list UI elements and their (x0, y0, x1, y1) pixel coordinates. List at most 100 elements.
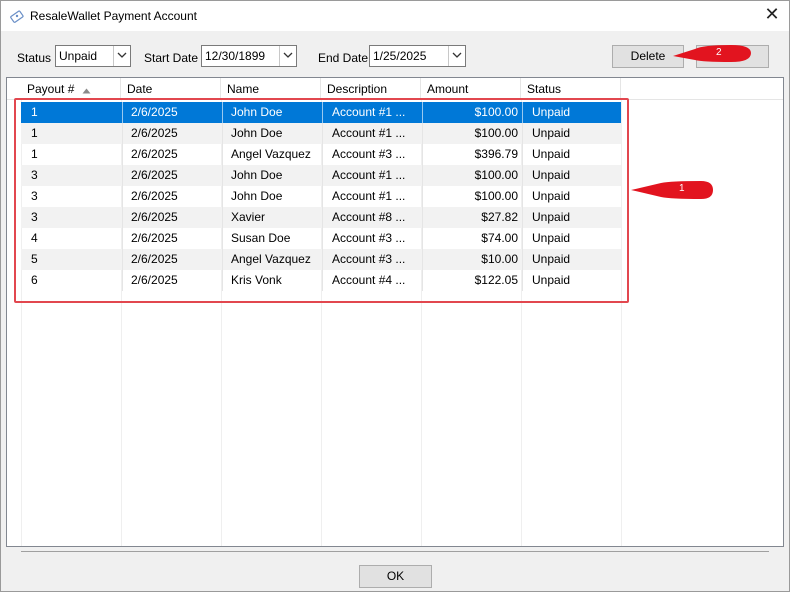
cell-amount: $74.00 (481, 231, 518, 245)
cell-date: 2/6/2025 (131, 273, 178, 287)
cell-divider (122, 144, 123, 165)
cell-status: Unpaid (532, 126, 571, 140)
cell-divider (222, 228, 223, 249)
cell-amount: $100.00 (474, 105, 518, 119)
cell-payout: 3 (31, 210, 38, 224)
cell-name: Kris Vonk (231, 273, 282, 287)
end-date-label: End Date (318, 51, 369, 65)
cell-date: 2/6/2025 (131, 147, 178, 161)
cell-status: Unpaid (532, 210, 571, 224)
cell-status: Unpaid (532, 189, 571, 203)
cell-divider (522, 249, 523, 270)
callout-badge-2: 2 (673, 45, 757, 63)
column-header-description[interactable]: Description (321, 78, 421, 100)
cell-status: Unpaid (532, 147, 571, 161)
cell-divider (122, 165, 123, 186)
grid-header: Payout # Date Name Description Amount St… (7, 78, 783, 100)
wallet-icon (10, 9, 24, 23)
column-header-payout[interactable]: Payout # (21, 78, 121, 100)
end-date-picker[interactable]: 1/25/2025 (369, 45, 466, 67)
ok-button[interactable]: OK (359, 565, 432, 588)
table-row[interactable]: 5 2/6/2025 Angel Vazquez Account #3 ... $10.… (21, 249, 621, 270)
cell-divider (222, 102, 223, 123)
cell-date: 2/6/2025 (131, 168, 178, 182)
table-row[interactable]: 3 2/6/2025 John Doe Account #1 ... $100.00 Un… (21, 165, 621, 186)
cell-description: Account #1 ... (332, 189, 406, 203)
cell-divider (522, 228, 523, 249)
end-date-value: 1/25/2025 (373, 49, 427, 63)
cell-name: John Doe (231, 105, 283, 119)
cell-date: 2/6/2025 (131, 252, 178, 266)
cell-divider (222, 207, 223, 228)
cell-amount: $10.00 (481, 252, 518, 266)
cell-date: 2/6/2025 (131, 105, 178, 119)
cell-divider (222, 270, 223, 291)
column-header-name[interactable]: Name (221, 78, 321, 100)
cell-divider (122, 186, 123, 207)
cell-payout: 4 (31, 231, 38, 245)
status-select-value: Unpaid (59, 49, 98, 63)
cell-divider (122, 123, 123, 144)
cell-name: Angel Vazquez (231, 252, 311, 266)
table-row[interactable]: 6 2/6/2025 Kris Vonk Account #4 ... $122.05 U… (21, 270, 621, 291)
start-date-picker[interactable]: 12/30/1899 (201, 45, 297, 67)
cell-status: Unpaid (532, 273, 571, 287)
cell-status: Unpaid (532, 168, 571, 182)
table-row[interactable]: 1 2/6/2025 John Doe Account #1 ... $100.00 Un… (21, 123, 621, 144)
cell-payout: 6 (31, 273, 38, 287)
status-label: Status (17, 51, 52, 65)
close-button[interactable]: ✕ (759, 3, 785, 27)
cell-divider (222, 144, 223, 165)
start-date-value: 12/30/1899 (205, 49, 266, 63)
cell-payout: 3 (31, 189, 38, 203)
cell-divider (222, 186, 223, 207)
table-row[interactable]: 1 2/6/2025 John Doe Account #1 ... $100.00 Un… (21, 102, 621, 123)
title-bar: ResaleWallet Payment Account ✕ (1, 1, 789, 31)
cell-divider (222, 249, 223, 270)
callout-number: 1 (679, 183, 685, 194)
column-header-date[interactable]: Date (121, 78, 221, 100)
cell-divider (122, 249, 123, 270)
column-header-label: Payout # (27, 82, 75, 96)
filter-bar: Status Unpaid Start Date 12/30/1899 End … (1, 43, 789, 71)
cell-divider (522, 186, 523, 207)
cell-payout: 1 (31, 147, 38, 161)
chevron-down-icon[interactable] (279, 46, 296, 66)
cell-divider (122, 270, 123, 291)
column-divider (621, 78, 622, 546)
cell-divider (522, 207, 523, 228)
cell-divider (522, 270, 523, 291)
cell-amount: $100.00 (474, 189, 518, 203)
chevron-down-icon[interactable] (113, 46, 130, 66)
cell-divider (122, 228, 123, 249)
cell-divider (122, 207, 123, 228)
cell-name: John Doe (231, 168, 283, 182)
table-row[interactable]: 4 2/6/2025 Susan Doe Account #3 ... $74.00 Un… (21, 228, 621, 249)
cell-date: 2/6/2025 (131, 189, 178, 203)
callout-number: 2 (716, 47, 722, 58)
table-row[interactable]: 3 2/6/2025 Xavier Account #8 ... $27.82 Unpai… (21, 207, 621, 228)
cell-name: John Doe (231, 126, 283, 140)
sort-ascending-icon (82, 79, 91, 101)
cell-date: 2/6/2025 (131, 231, 178, 245)
cell-description: Account #1 ... (332, 105, 406, 119)
column-header-amount[interactable]: Amount (421, 78, 521, 100)
chevron-down-icon[interactable] (448, 46, 465, 66)
cell-amount: $122.05 (474, 273, 518, 287)
table-row[interactable]: 3 2/6/2025 John Doe Account #1 ... $100.00 Un… (21, 186, 621, 207)
cell-amount: $396.79 (474, 147, 518, 161)
cell-payout: 1 (31, 126, 38, 140)
cell-description: Account #3 ... (332, 231, 406, 245)
cell-description: Account #8 ... (332, 210, 406, 224)
status-select[interactable]: Unpaid (55, 45, 131, 67)
cell-amount: $27.82 (481, 210, 518, 224)
cell-status: Unpaid (532, 231, 571, 245)
cell-divider (222, 165, 223, 186)
cell-status: Unpaid (532, 252, 571, 266)
cell-description: Account #3 ... (332, 252, 406, 266)
cell-date: 2/6/2025 (131, 210, 178, 224)
close-icon: ✕ (764, 4, 780, 24)
cell-status: Unpaid (532, 105, 571, 119)
column-header-status[interactable]: Status (521, 78, 621, 100)
table-row[interactable]: 1 2/6/2025 Angel Vazquez Account #3 ... $396… (21, 144, 621, 165)
